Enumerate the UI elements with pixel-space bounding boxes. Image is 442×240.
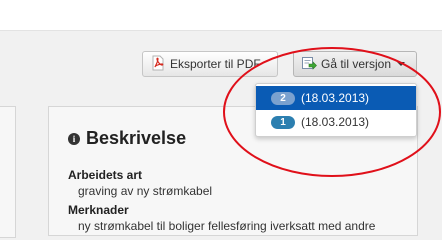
version-menu-item[interactable]: 1 (18.03.2013)	[256, 110, 416, 134]
section-title: i Beskrivelse	[68, 128, 186, 149]
version-date: (18.03.2013)	[301, 115, 370, 129]
top-bar	[0, 0, 442, 31]
caret-down-icon	[397, 62, 406, 66]
left-panel	[0, 106, 16, 238]
remarks-value: ny strømkabel til boliger fellesføring i…	[78, 219, 376, 233]
goto-version-button[interactable]: Gå til versjon	[293, 51, 417, 77]
work-type-label: Arbeidets art	[68, 168, 143, 182]
export-pdf-button[interactable]: Eksporter til PDF	[142, 51, 278, 77]
remarks-label: Merknader	[68, 203, 129, 217]
pdf-file-icon	[150, 55, 166, 74]
version-menu-item[interactable]: 2 (18.03.2013)	[256, 86, 416, 110]
version-number-badge: 2	[271, 91, 295, 105]
document-arrow-icon	[301, 55, 317, 74]
export-pdf-label: Eksporter til PDF	[170, 57, 261, 71]
goto-version-label: Gå til versjon	[321, 57, 392, 71]
work-type-value: graving av ny strømkabel	[78, 184, 213, 198]
info-icon: i	[68, 132, 80, 145]
version-date: (18.03.2013)	[301, 91, 370, 105]
section-title-text: Beskrivelse	[86, 128, 187, 148]
version-dropdown-menu: 2 (18.03.2013) 1 (18.03.2013)	[255, 83, 417, 137]
version-number-badge: 1	[271, 115, 295, 129]
